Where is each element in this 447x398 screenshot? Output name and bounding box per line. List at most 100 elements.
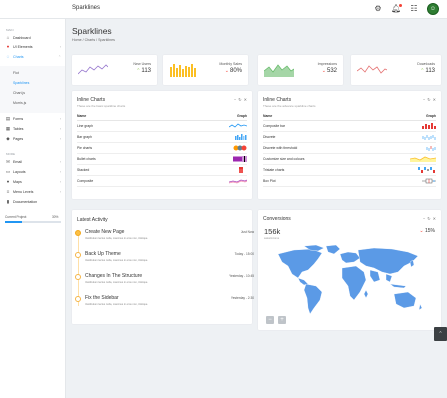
chevron-icon: › [59,190,61,194]
sidebar-item-documentation[interactable]: ▮ Documentation [5,198,63,206]
gear-icon[interactable]: ⚙ [373,4,383,14]
box-plot-sparkline [422,178,436,184]
sparkline-monthly-sales [170,64,196,77]
conversions-card: Conversions − ↻ ✕ 156k sales/income ⌄ 15… [258,210,441,330]
pie-sparkline [233,145,247,151]
sidebar-item-email[interactable]: ✉ Email › [5,158,63,166]
table-row: Discrete with threshold [263,143,436,154]
forms-icon: ▤ [5,116,11,121]
sidebar-item-maps[interactable]: ● Maps › [5,178,63,186]
diamond-icon: ◆ [6,136,10,141]
chevron-icon: › [59,180,61,184]
table-row: Tristate charts [263,165,436,176]
stat-value: ⌄80% [224,68,242,74]
sidebar-item-pages[interactable]: ◆ Pages › [5,135,63,143]
bar-sparkline [235,134,247,140]
close-icon[interactable]: ✕ [433,97,436,102]
conversions-value: 156k [264,227,281,236]
sidebar-item-tables[interactable]: ▦ Tables › [5,125,63,133]
inline-charts-card-basic: Inline Charts These are the basic sparkl… [72,91,252,199]
bell-icon[interactable]: 🔔︎ [391,4,402,14]
current-project-progress [5,221,61,223]
refresh-icon[interactable]: ↻ [427,216,430,221]
stat-value: ⌃113 [420,68,435,74]
card-title: Inline Charts [263,97,292,103]
chevron-icon: ⌃ [58,55,61,59]
sparkline-downloads [357,65,387,74]
sidebar-item-dashboard[interactable]: ⌂ Dashboard [5,34,63,42]
avatar[interactable]: ☺ [427,3,439,15]
collapse-icon[interactable]: − [234,97,236,102]
sidebar-item-forms[interactable]: ▤ Forms › [5,115,63,123]
latest-activity-card: Latest Activity [72,210,252,324]
chevron-icon: › [59,160,61,164]
stat-label: New Users [133,62,151,66]
arrow-up-icon: ⌃ [136,68,141,74]
card-title: Inline Charts [77,97,106,103]
stat-label: Monthly Sales [219,62,242,66]
chevron-icon: › [59,45,61,49]
line-sparkline [229,123,247,128]
bullet-sparkline [233,156,247,162]
chevron-icon: › [59,127,61,131]
table-row: Stacked [77,165,247,176]
collapse-icon[interactable]: − [423,216,425,221]
timeline-dot [75,252,81,258]
arrow-down-icon: ⌄ [224,68,229,74]
sidebar-item-ui-elements[interactable]: ● UI Elements › [5,43,63,51]
table-row: Customize size and colours [263,154,436,165]
submenu-sparklines[interactable]: Sparklines [13,81,29,85]
stat-card-impressions: Impressions ⌄532 [258,55,343,85]
table-row: Bullet charts [77,154,247,165]
close-icon[interactable]: ✕ [433,216,436,221]
timeline-dot [75,274,81,280]
page-title: Sparklines [72,26,112,36]
card-subtitle: These are the advance sparkline charts [263,104,316,108]
discrete-threshold-sparkline [426,146,436,151]
arrow-down-icon: ⌄ [321,68,326,74]
current-project-percent: 30% [52,215,59,219]
sidebar-section-main: MAIN [6,28,14,32]
collapse-icon[interactable]: − [423,97,425,102]
sidebar-item-menu-levels[interactable]: ≡ Menu Levels › [5,188,63,196]
stat-value: ⌄532 [321,68,337,74]
chevron-icon: › [59,117,61,121]
sidebar: MAIN ⌂ Dashboard ● UI Elements › ◌ Chart… [0,19,66,398]
zoom-out-button[interactable]: − [266,316,274,324]
card-subtitle: These are the basic sparkline charts [77,104,126,108]
chevron-icon: › [59,137,61,141]
submenu-flot[interactable]: Flot [13,71,19,75]
table-header: Name Graph [263,114,436,121]
current-project-progress-fill [5,221,22,223]
inline-charts-card-advance: Inline Charts These are the advance spar… [258,91,441,199]
stat-value: ⌃113 [136,68,151,74]
submenu-chartjs[interactable]: Chart.js [13,91,25,95]
stacked-sparkline [239,167,243,173]
submenu-morrisjs[interactable]: Morris.js [13,101,26,105]
sparkline-new-users [78,64,108,75]
table-icon: ▦ [5,126,11,131]
scroll-to-top-button[interactable]: ⌃ [434,327,447,341]
book-icon: ▮ [6,199,10,204]
close-icon[interactable]: ✕ [244,97,247,102]
top-bar: Sparklines ⚙ 🔔︎ ☷ ☺ [0,0,447,19]
app-title: Sparklines [72,5,101,11]
sidebar-section-more: MORE [6,152,15,156]
layouts-icon: ▭ [5,169,11,174]
stat-label: Impressions [317,62,337,66]
sidebar-item-charts[interactable]: ◌ Charts ⌃ [5,53,63,61]
sparkline-table-advance: Name Graph Composite bar Discrete Discret… [263,114,436,187]
stat-card-new-users: New Users ⌃113 [72,55,157,85]
table-row: Box Plot [263,176,436,187]
refresh-icon[interactable]: ↻ [238,97,241,102]
chart-donut-icon: ◌ [6,54,10,59]
sparkline-impressions [264,64,294,77]
refresh-icon[interactable]: ↻ [427,97,430,102]
grid-icon[interactable]: ☷ [409,4,419,14]
world-map[interactable] [274,244,424,316]
zoom-in-button[interactable]: + [278,316,286,324]
chevron-up-icon: ⌃ [438,331,443,337]
stat-card-monthly-sales: Monthly Sales ⌄80% [163,55,248,85]
sidebar-item-layouts[interactable]: ▭ Layouts › [5,168,63,176]
table-header: Name Graph [77,114,247,121]
